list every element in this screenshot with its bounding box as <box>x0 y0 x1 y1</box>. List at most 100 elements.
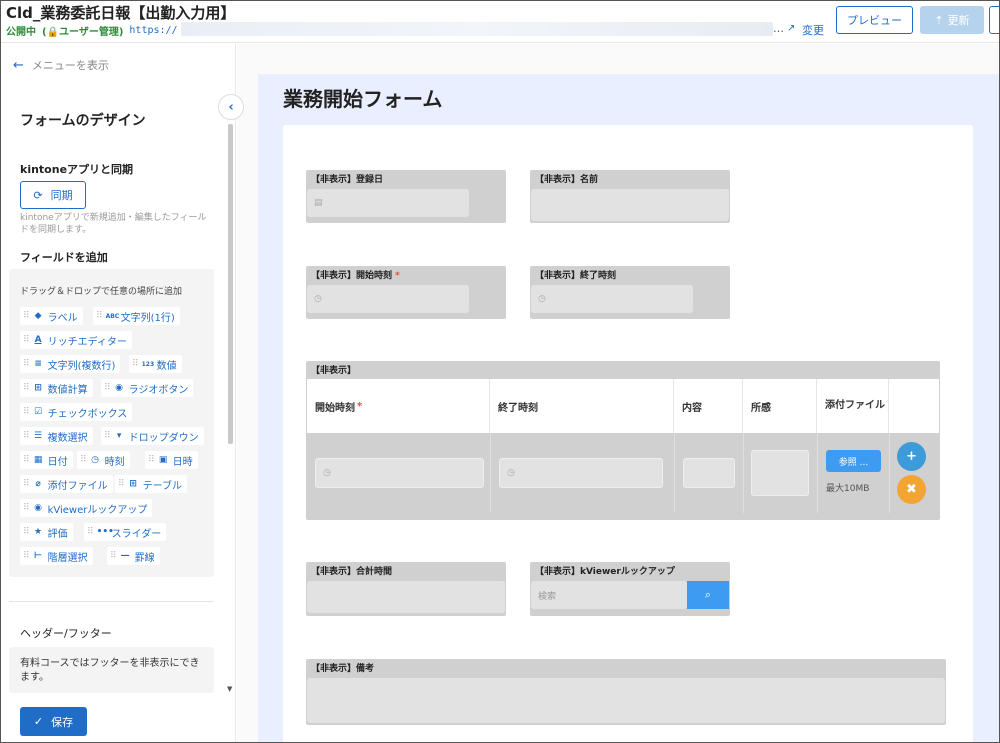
form-url[interactable]: https:// <box>129 25 177 36</box>
header-footer-section-title: ヘッダー/フッター <box>20 627 112 640</box>
field-chip-multi-line[interactable]: ⠿ ≡ 文字列(複数行) <box>20 355 121 373</box>
table-field[interactable]: 【非表示】 開始時刻 * 終了時刻 内容 所感 添付ファイル ◷ ◷ 参照 ..… <box>306 361 940 520</box>
remove-row-button[interactable]: ✖ <box>897 475 926 504</box>
text-input[interactable] <box>531 189 729 221</box>
paperclip-icon: ⌀ <box>35 479 41 489</box>
number-icon: 123 <box>141 360 155 368</box>
cell-start-time-input[interactable]: ◷ <box>315 458 484 488</box>
column-separator <box>490 433 491 513</box>
cell-impression-textarea[interactable] <box>751 450 809 496</box>
field-chip-radio[interactable]: ⠿ ◉ ラジオボタン <box>101 379 194 397</box>
label-icon: ◆ <box>34 311 42 321</box>
field-chip-multi-select[interactable]: ⠿ ☰ 複数選択 <box>20 427 93 445</box>
field-chip-checkbox[interactable]: ⠿ ☑ チェックボックス <box>20 403 133 421</box>
lookup-search-input[interactable]: 検索 <box>531 581 687 609</box>
field-chip-kviewer-lookup[interactable]: ⠿ ◉ kViewerルックアップ <box>20 499 153 517</box>
plus-icon: + <box>906 449 917 464</box>
column-separator <box>743 433 744 513</box>
field-chip-number[interactable]: ⠿ 123 数値 <box>129 355 182 373</box>
line-icon: — <box>120 551 130 561</box>
field-chip-dropdown[interactable]: ⠿ ▾ ドロップダウン <box>101 427 204 445</box>
publish-status: 公開中 <box>6 27 36 38</box>
eye-icon: ◉ <box>34 503 43 513</box>
add-row-button[interactable]: + <box>897 442 926 471</box>
column-separator <box>889 433 890 513</box>
cell-end-time-input[interactable]: ◷ <box>499 458 663 488</box>
app-window: Cld_業務委託日報【出勤入力用】 公開中 (🔒ユーザー管理) https://… <box>0 0 1000 743</box>
table-label: 【非表示】 <box>311 366 357 376</box>
field-chip-table[interactable]: ⠿ ⊞ テーブル <box>115 475 187 493</box>
save-label: 保存 <box>51 715 74 729</box>
status-row: 公開中 (🔒ユーザー管理) https:// <box>6 23 178 38</box>
lookup-search-button[interactable]: ⌕ <box>687 581 729 609</box>
field-start-time[interactable]: 【非表示】開始時刻 * ◷ <box>306 266 506 319</box>
form-title[interactable]: 業務開始フォーム <box>283 83 442 112</box>
upload-icon: ⇡ <box>934 13 944 27</box>
clock-icon: ◷ <box>314 294 322 304</box>
refresh-icon: ⟳ <box>33 188 43 202</box>
field-remarks[interactable]: 【非表示】備考 <box>306 659 946 725</box>
field-end-time[interactable]: 【非表示】終了時刻 ◷ <box>530 266 730 319</box>
field-chip-slider[interactable]: ⠿ ••• スライダー <box>84 523 167 541</box>
browse-file-button[interactable]: 参照 ... <box>826 450 881 472</box>
search-icon: ⌕ <box>704 588 712 601</box>
column-header-impression: 所感 <box>743 379 817 433</box>
chevron-left-icon: ‹ <box>228 99 234 115</box>
abc-icon: ABC <box>105 312 120 320</box>
time-input[interactable]: ◷ <box>307 285 469 313</box>
field-label: 【非表示】名前 <box>535 175 599 185</box>
field-chip-date[interactable]: ⠿ ▦ 日付 <box>20 451 73 469</box>
preview-button[interactable]: プレビュー <box>836 6 913 34</box>
field-total-time[interactable]: 【非表示】合計時間 <box>306 562 506 616</box>
show-menu-link[interactable]: ← メニューを表示 <box>13 57 109 73</box>
field-chip-rich-editor[interactable]: ⠿ A リッチエディター <box>20 331 132 349</box>
drag-hint: ドラッグ＆ドロップで任意の場所に追加 <box>20 287 183 297</box>
change-url-link[interactable]: 変更 <box>802 22 824 38</box>
sync-button[interactable]: ⟳ 同期 <box>20 181 86 209</box>
show-menu-label: メニューを表示 <box>31 59 109 72</box>
more-button[interactable] <box>989 6 999 34</box>
field-chip-rating[interactable]: ⠿ ★ 評価 <box>20 523 73 541</box>
radio-icon: ◉ <box>115 383 124 393</box>
field-kviewer-lookup[interactable]: 【非表示】kViewerルックアップ 検索 ⌕ <box>530 562 730 616</box>
save-button[interactable]: ✓ 保存 <box>20 707 87 736</box>
field-chip-calc[interactable]: ⠿ ⊞ 数値計算 <box>20 379 93 397</box>
field-chip-hierarchy[interactable]: ⠿ ⊢ 階層選択 <box>20 547 93 565</box>
sync-note: kintoneアプリで新規追加・編集したフィールドを同期します。 <box>20 213 207 235</box>
rich-text-icon: A <box>34 335 42 345</box>
scroll-down-arrow-icon[interactable]: ▼ <box>227 685 232 693</box>
field-chip-time[interactable]: ⠿ ◷ 時刻 <box>77 451 130 469</box>
header-footer-note: 有料コースではフッターを非表示にできます。 <box>9 647 214 693</box>
field-name[interactable]: 【非表示】名前 <box>530 170 730 223</box>
clock-icon: ◷ <box>538 294 546 304</box>
slider-icon: ••• <box>96 527 114 537</box>
table-icon: ⊞ <box>129 479 137 489</box>
time-input[interactable]: ◷ <box>531 285 693 313</box>
field-chip-label[interactable]: ⠿ ◆ ラベル <box>20 307 83 325</box>
update-button[interactable]: ⇡ 更新 <box>920 6 984 34</box>
field-chip-divider-line[interactable]: ⠿ — 罫線 <box>107 547 160 565</box>
table-row: ◷ ◷ 参照 ... 最大10MB + ✖ <box>307 433 939 513</box>
calendar-icon: ▦ <box>33 455 43 465</box>
collapse-sidebar-button[interactable]: ‹ <box>218 94 244 120</box>
hierarchy-icon: ⊢ <box>33 551 43 561</box>
url-redacted <box>181 22 773 36</box>
remarks-textarea[interactable] <box>307 678 945 723</box>
field-label: 【非表示】終了時刻 <box>535 271 617 281</box>
cell-content-input[interactable] <box>683 458 735 488</box>
field-reg-date[interactable]: 【非表示】登録日 ▤ <box>306 170 506 223</box>
user-management-link[interactable]: (🔒ユーザー管理) <box>42 23 123 38</box>
field-chip-datetime[interactable]: ⠿ ▣ 日時 <box>145 451 198 469</box>
column-header-end-time: 終了時刻 <box>490 379 674 433</box>
top-bar: Cld_業務委託日報【出勤入力用】 公開中 (🔒ユーザー管理) https://… <box>1 1 999 43</box>
column-separator <box>674 433 675 513</box>
sidebar-scrollbar[interactable] <box>228 124 233 444</box>
text-input[interactable] <box>307 581 505 613</box>
panel-title: フォームのデザイン <box>20 113 146 129</box>
dropdown-icon: ▾ <box>116 431 122 441</box>
field-chip-attachment[interactable]: ⠿ ⌀ 添付ファイル <box>20 475 113 493</box>
date-input[interactable]: ▤ <box>307 189 469 217</box>
app-title: Cld_業務委託日報【出勤入力用】 <box>6 4 236 22</box>
external-link-icon[interactable]: ↗ <box>787 23 795 34</box>
field-chip-single-line[interactable]: ⠿ ABC 文字列(1行) <box>93 307 180 325</box>
